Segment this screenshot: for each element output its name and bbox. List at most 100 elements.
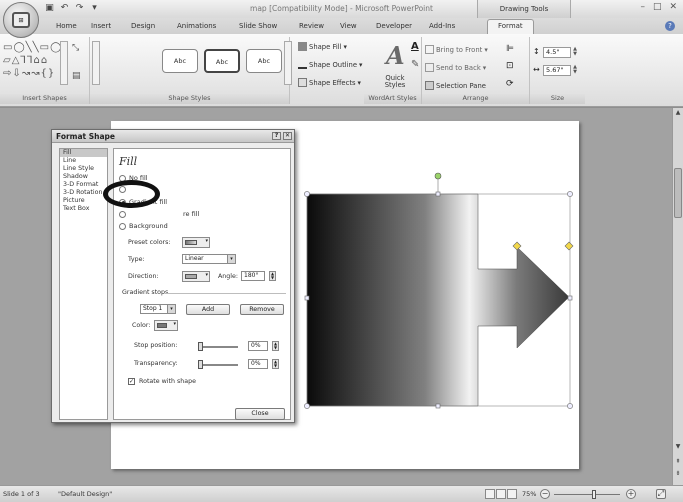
- wordart-a-icon[interactable]: A: [386, 41, 405, 70]
- shape-outline-button[interactable]: Shape Outline ▾: [298, 60, 362, 69]
- category-text-box[interactable]: Text Box: [60, 205, 107, 213]
- resize-handle-w[interactable]: [304, 295, 310, 301]
- scroll-down-icon[interactable]: ▼: [673, 443, 683, 450]
- shapes-gallery[interactable]: ▭◯╲╲▭◯ ▱△⅂⅂⌂⌂ ⇨⇩↝↝{}: [3, 41, 61, 85]
- resize-handle-se[interactable]: [567, 403, 573, 409]
- resize-handle-s[interactable]: [435, 403, 441, 409]
- text-fill-icon[interactable]: A: [411, 41, 419, 52]
- remove-stop-button[interactable]: Remove: [240, 304, 284, 315]
- resize-handle-e[interactable]: [567, 295, 573, 301]
- stop-position-spinner[interactable]: ▲ ▼: [272, 341, 279, 351]
- style-box-1[interactable]: Abc: [162, 49, 198, 73]
- arrow-shape[interactable]: [306, 193, 570, 407]
- maximize-icon[interactable]: □: [653, 2, 662, 12]
- group-icon[interactable]: ⊡: [506, 61, 514, 71]
- transparency-track[interactable]: [200, 364, 238, 366]
- category-fill[interactable]: Fill: [60, 149, 107, 157]
- tab-review[interactable]: Review: [299, 20, 324, 33]
- stop-dropdown[interactable]: Stop 1 ▾: [140, 304, 176, 314]
- normal-view-icon[interactable]: [485, 489, 495, 499]
- tab-developer[interactable]: Developer: [376, 20, 412, 33]
- shape-effects-button[interactable]: Shape Effects ▾: [298, 78, 361, 87]
- shape-fill-button[interactable]: Shape Fill ▾: [298, 42, 347, 51]
- edit-shape-icon[interactable]: ⤡: [72, 43, 79, 53]
- vertical-scrollbar[interactable]: ▲ ▼ ⇞ ⇟: [672, 108, 683, 485]
- type-dropdown[interactable]: Linear ▾: [182, 254, 236, 264]
- angle-input[interactable]: 180°: [241, 271, 265, 281]
- tab-view[interactable]: View: [340, 20, 357, 33]
- background-fill-radio[interactable]: [119, 222, 126, 230]
- fit-to-window-icon[interactable]: ⤢: [656, 489, 666, 499]
- scroll-thumb[interactable]: [674, 168, 682, 218]
- category-picture[interactable]: Picture: [60, 197, 107, 205]
- resize-handle-sw[interactable]: [304, 403, 310, 409]
- style-box-3[interactable]: Abc: [246, 49, 282, 73]
- angle-spinner[interactable]: ▲ ▼: [269, 271, 276, 281]
- adjust-handle-1[interactable]: [512, 241, 522, 251]
- category-line-style[interactable]: Line Style: [60, 165, 107, 173]
- color-picker-button[interactable]: ▾: [154, 320, 178, 331]
- dialog-close-icon[interactable]: ✕: [283, 132, 292, 140]
- prev-slide-icon[interactable]: ⇞: [673, 458, 683, 465]
- slide-sorter-icon[interactable]: [496, 489, 506, 499]
- tab-design[interactable]: Design: [131, 20, 155, 33]
- stop-position-knob[interactable]: [198, 342, 203, 351]
- shape-width-input[interactable]: 5.67": [543, 65, 571, 76]
- preset-colors-button[interactable]: ▾: [182, 237, 210, 248]
- tab-slide-show[interactable]: Slide Show: [239, 20, 277, 33]
- shape-height-input[interactable]: 4.5": [543, 47, 571, 58]
- tab-format[interactable]: Format: [487, 19, 534, 34]
- width-spinner[interactable]: ▲ ▼: [572, 65, 578, 76]
- tab-insert[interactable]: Insert: [91, 20, 111, 33]
- transparency-spinner[interactable]: ▲ ▼: [272, 359, 279, 369]
- zoom-slider-track[interactable]: [554, 494, 620, 495]
- resize-handle-ne[interactable]: [567, 191, 573, 197]
- help-icon[interactable]: ?: [665, 21, 675, 31]
- close-button[interactable]: Close: [235, 408, 285, 420]
- shapes-gallery-scroll[interactable]: [60, 41, 68, 85]
- align-icon[interactable]: ⊫: [506, 44, 514, 54]
- tab-home[interactable]: Home: [56, 20, 77, 33]
- tab-animations[interactable]: Animations: [177, 20, 216, 33]
- scroll-up-icon[interactable]: ▲: [673, 109, 683, 116]
- category-line[interactable]: Line: [60, 157, 107, 165]
- tab-add-ins[interactable]: Add-Ins: [429, 20, 455, 33]
- next-slide-icon[interactable]: ⇟: [673, 470, 683, 477]
- category-shadow[interactable]: Shadow: [60, 173, 107, 181]
- styles-gallery-scroll[interactable]: [284, 41, 292, 85]
- bring-to-front-button[interactable]: Bring to Front ▾: [425, 45, 488, 54]
- transparency-input[interactable]: 0%: [248, 359, 268, 369]
- dialog-help-icon[interactable]: ?: [272, 132, 281, 140]
- text-outline-icon[interactable]: ✎: [411, 59, 419, 70]
- transparency-knob[interactable]: [198, 360, 203, 369]
- send-to-back-button[interactable]: Send to Back ▾: [425, 63, 486, 72]
- text-box-icon[interactable]: ▤: [72, 71, 81, 81]
- direction-button[interactable]: ▾: [182, 271, 210, 282]
- rotate-icon[interactable]: ⟳: [506, 79, 514, 89]
- resize-handle-nw[interactable]: [304, 191, 310, 197]
- office-button[interactable]: ⊞: [3, 2, 39, 38]
- stop-position-input[interactable]: 0%: [248, 341, 268, 351]
- minimize-icon[interactable]: –: [640, 2, 645, 12]
- style-box-2[interactable]: Abc: [204, 49, 240, 73]
- resize-handle-n[interactable]: [435, 191, 441, 197]
- quick-styles-button[interactable]: Quick Styles: [380, 75, 410, 89]
- add-stop-button[interactable]: Add: [186, 304, 230, 315]
- rotate-with-shape-checkbox[interactable]: ✓: [128, 378, 135, 385]
- category-3d-format[interactable]: 3-D Format: [60, 181, 107, 189]
- picture-fill-option[interactable]: re fill: [119, 210, 199, 218]
- selection-pane-button[interactable]: Selection Pane: [425, 81, 486, 90]
- rotation-handle[interactable]: [434, 172, 442, 180]
- background-fill-option[interactable]: Background: [119, 222, 168, 230]
- stop-position-track[interactable]: [200, 346, 238, 348]
- close-window-icon[interactable]: ✕: [669, 2, 677, 12]
- zoom-level[interactable]: 75%: [522, 490, 536, 498]
- height-spinner[interactable]: ▲ ▼: [572, 47, 578, 58]
- zoom-out-icon[interactable]: −: [540, 489, 550, 499]
- slide-show-icon[interactable]: [507, 489, 517, 499]
- adjust-handle-2[interactable]: [564, 241, 574, 251]
- picture-fill-radio[interactable]: [119, 210, 126, 218]
- category-3d-rotation[interactable]: 3-D Rotation: [60, 189, 107, 197]
- zoom-in-icon[interactable]: +: [626, 489, 636, 499]
- zoom-slider-knob[interactable]: [592, 490, 596, 499]
